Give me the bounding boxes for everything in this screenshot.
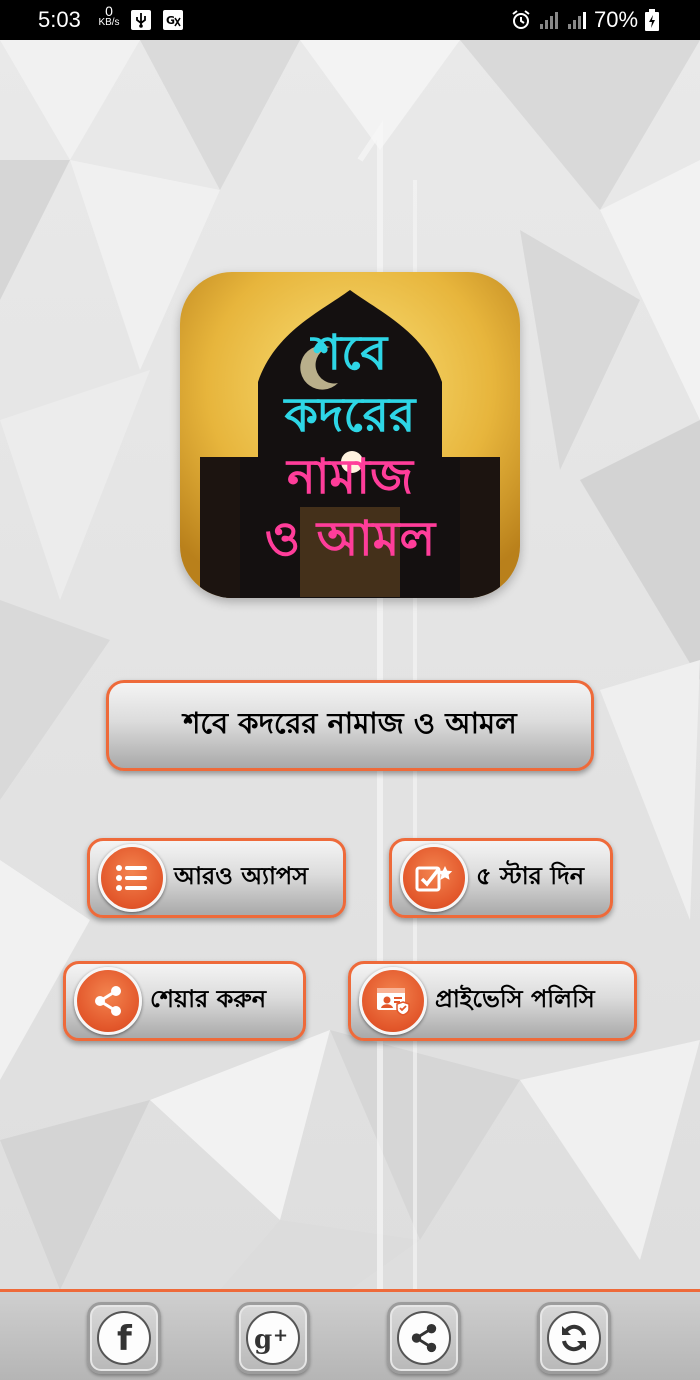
share-icon <box>74 967 142 1035</box>
battery-charging-icon <box>645 9 659 31</box>
translate-icon: G <box>163 10 183 30</box>
more-apps-label: আরও অ্যাপস <box>174 862 309 890</box>
signal-icon <box>568 12 586 29</box>
share-button[interactable] <box>387 1302 461 1374</box>
svg-text:g: g <box>254 1325 272 1355</box>
share-icon <box>397 1311 451 1365</box>
alarm-icon <box>512 10 530 29</box>
facebook-button[interactable]: f <box>87 1302 161 1374</box>
background-pattern <box>0 40 700 1290</box>
status-bar: 5:03 0 KB/s G 70% <box>0 0 700 40</box>
privacy-policy-icon <box>359 967 427 1035</box>
logo-text: শবে কদরের নামাজ ও আমল <box>180 322 520 570</box>
network-speed: 0 KB/s <box>96 4 122 28</box>
share-app-button[interactable]: শেয়ার করুন <box>63 961 306 1041</box>
signal-icon <box>540 12 558 29</box>
battery-level: 70% <box>594 7 639 32</box>
facebook-icon: f <box>97 1311 151 1365</box>
logo-text-line-1: শবে <box>312 325 388 381</box>
refresh-button[interactable] <box>537 1302 611 1374</box>
status-time: 5:03 <box>38 7 81 32</box>
bottom-action-bar: f g + <box>0 1289 700 1380</box>
privacy-policy-button[interactable]: প্রাইভেসি পলিসি <box>348 961 637 1041</box>
rate-app-button[interactable]: ৫ স্টার দিন <box>389 838 613 918</box>
refresh-icon <box>547 1311 601 1365</box>
app-logo: শবে কদরের নামাজ ও আমল <box>180 272 520 598</box>
svg-text:f: f <box>117 1321 133 1355</box>
svg-text:+: + <box>273 1325 288 1346</box>
rate-star-icon <box>400 844 468 912</box>
open-content-label: শবে কদরের নামাজ ও আমল <box>183 706 517 740</box>
more-apps-button[interactable]: আরও অ্যাপস <box>87 838 346 918</box>
google-plus-button[interactable]: g + <box>236 1302 310 1374</box>
google-plus-icon: g + <box>246 1311 300 1365</box>
list-icon <box>98 844 166 912</box>
share-app-label: শেয়ার করুন <box>150 985 267 1013</box>
usb-icon <box>131 10 151 30</box>
open-content-button[interactable]: শবে কদরের নামাজ ও আমল <box>106 680 594 771</box>
logo-text-line-2: কদরের <box>284 387 416 443</box>
network-speed-unit: KB/s <box>98 17 120 28</box>
network-speed-value: 0 <box>105 3 113 19</box>
svg-text:G: G <box>166 14 175 27</box>
logo-text-line-4: ও আমল <box>264 511 436 567</box>
privacy-policy-label: প্রাইভেসি পলিসি <box>435 985 595 1013</box>
rate-app-label: ৫ স্টার দিন <box>476 862 585 890</box>
logo-text-line-3: নামাজ <box>286 449 414 505</box>
